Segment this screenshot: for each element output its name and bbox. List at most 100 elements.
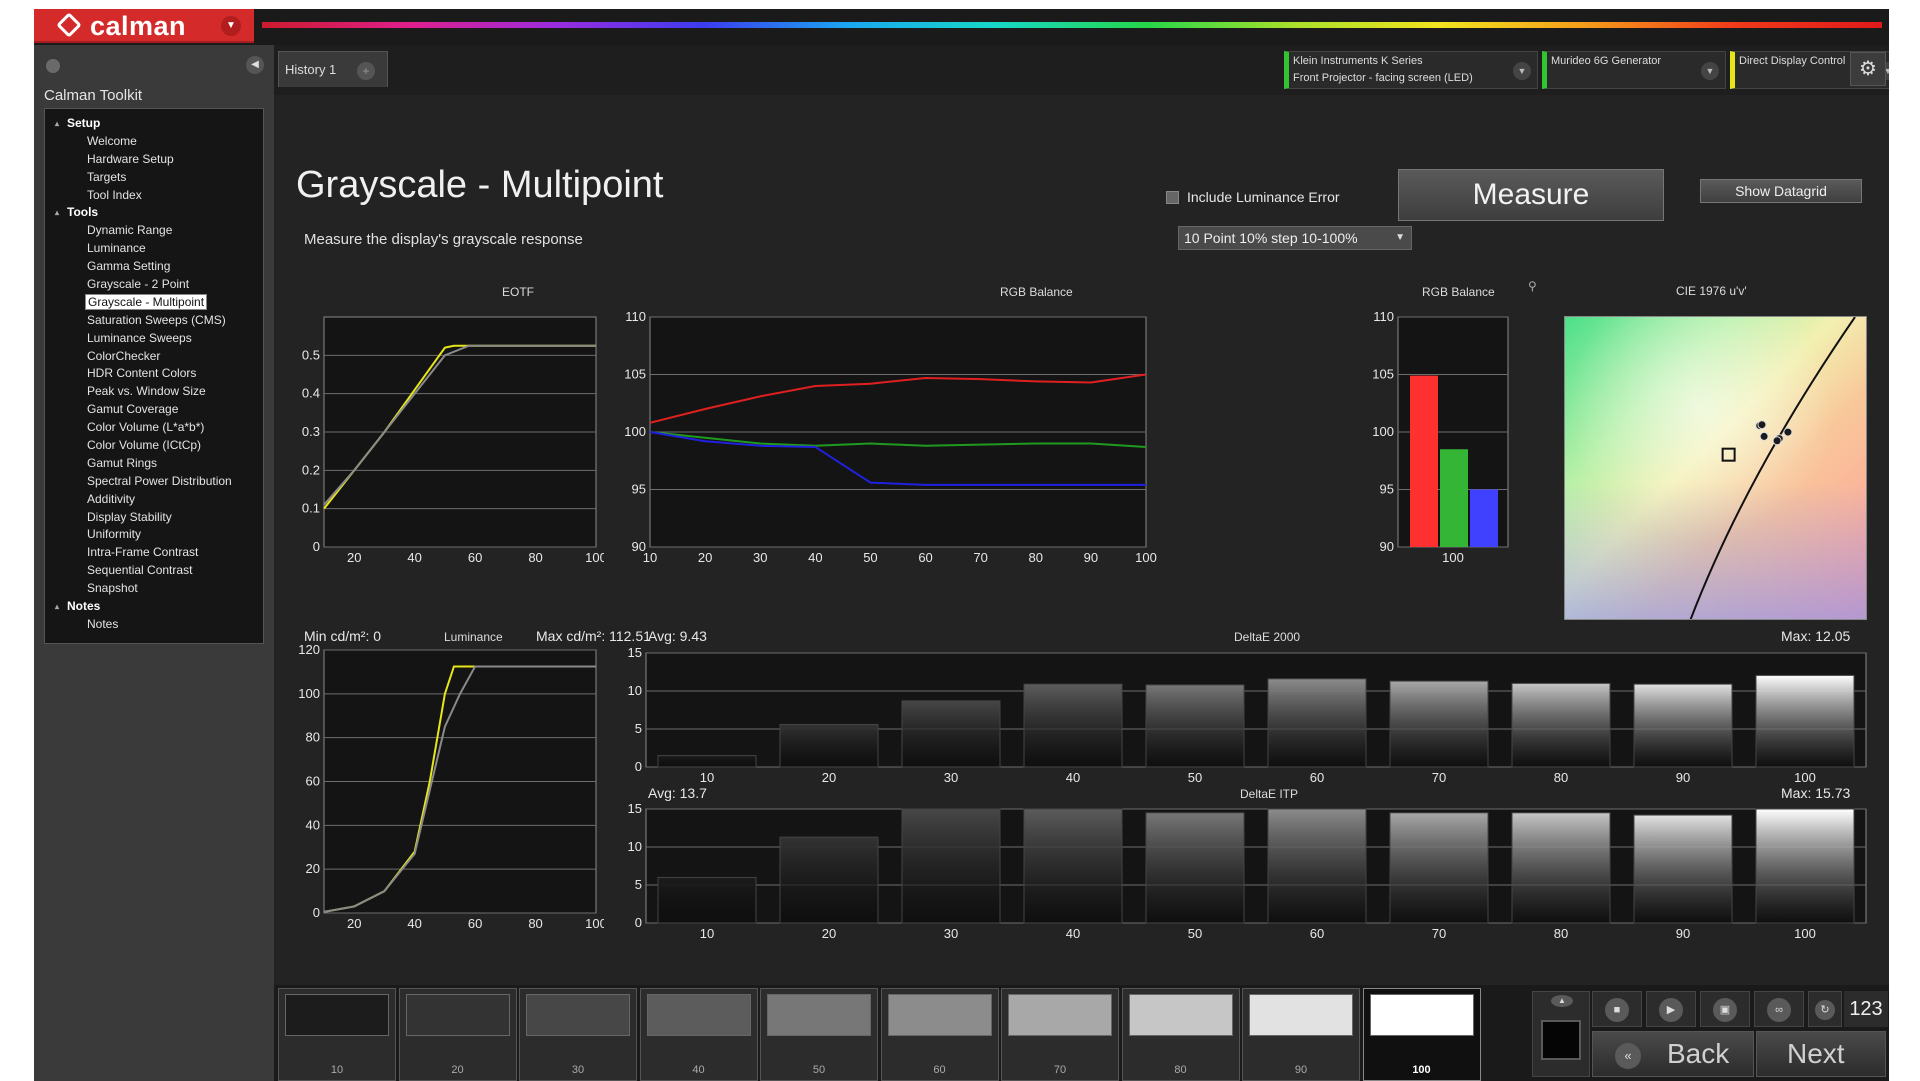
patch-color xyxy=(1249,994,1353,1036)
x-tick-label: 10 xyxy=(643,550,657,565)
tree-item[interactable]: Peak vs. Window Size xyxy=(45,383,263,401)
refresh-button[interactable]: ↻ xyxy=(1808,991,1842,1027)
patch-10[interactable]: 10 xyxy=(278,988,396,1081)
back-icon: « xyxy=(1615,1042,1641,1069)
x-tick-label: 100 xyxy=(1794,926,1816,941)
include-luminance-error-checkbox[interactable]: Include Luminance Error xyxy=(1166,189,1340,205)
tree-item[interactable]: Sequential Contrast xyxy=(45,562,263,580)
measure-button[interactable]: Measure xyxy=(1398,169,1664,221)
deltae-bar-80 xyxy=(1511,682,1611,768)
tree-item[interactable]: Gamma Setting xyxy=(45,258,263,276)
tree-item[interactable]: Intra-Frame Contrast xyxy=(45,544,263,562)
tree-item-label: Gamma Setting xyxy=(87,259,171,274)
loop-button[interactable]: ∞ xyxy=(1754,991,1804,1027)
next-button[interactable]: Next» xyxy=(1756,1031,1886,1077)
chevron-down-icon[interactable]: ▼ xyxy=(1513,62,1531,80)
patch-80[interactable]: 80 xyxy=(1121,988,1240,1081)
stop-button[interactable]: ■ xyxy=(1592,991,1642,1027)
deltae-bar-90 xyxy=(1633,683,1733,768)
patch-preview[interactable]: ▲ xyxy=(1532,991,1590,1077)
meter-selector[interactable]: Klein Instruments K Series Front Project… xyxy=(1284,51,1538,89)
gear-icon[interactable]: ⚙ xyxy=(1850,52,1886,86)
tree-item-label: Targets xyxy=(87,169,127,184)
tree-item[interactable]: Display Stability xyxy=(45,509,263,527)
tree-item[interactable]: HDR Content Colors xyxy=(45,365,263,383)
tree-item[interactable]: Hardware Setup xyxy=(45,151,263,169)
patch-color xyxy=(646,994,751,1036)
patch-40[interactable]: 40 xyxy=(639,988,758,1081)
de2000-title: DeltaE 2000 xyxy=(1234,630,1301,644)
tree-group-tools[interactable]: Tools xyxy=(45,204,263,222)
tree-item[interactable]: Color Volume (ICtCp) xyxy=(45,437,263,455)
patch-color xyxy=(887,994,992,1036)
x-tick-label: 100 xyxy=(1135,550,1157,565)
y-tick-label: 0 xyxy=(313,905,320,920)
y-tick-label: 105 xyxy=(1372,367,1394,382)
x-tick-label: 100 xyxy=(1794,770,1816,785)
point-set-select[interactable]: 10 Point 10% step 10-100% ▼ xyxy=(1178,226,1412,250)
tree-item[interactable]: Gamut Coverage xyxy=(45,401,263,419)
deltae-bar-100 xyxy=(1755,674,1855,768)
patch-30[interactable]: 30 xyxy=(519,988,637,1081)
patch-70[interactable]: 70 xyxy=(1001,988,1119,1081)
pin-icon[interactable] xyxy=(46,59,60,73)
tab-history-1[interactable]: History 1 + xyxy=(278,51,388,87)
add-tab-icon[interactable]: + xyxy=(357,62,375,80)
deltae-bar-50 xyxy=(1145,812,1245,924)
de2000-max: Max: 12.05 xyxy=(1781,628,1851,644)
tree-item[interactable]: Grayscale - 2 Point xyxy=(45,276,263,294)
x-tick-label: 80 xyxy=(528,550,542,565)
deltae-bar-60 xyxy=(1267,678,1367,768)
rainbow-bar xyxy=(262,22,1882,28)
tree-item[interactable]: Saturation Sweeps (CMS) xyxy=(45,312,263,330)
tree-item[interactable]: Spectral Power Distribution xyxy=(45,473,263,491)
show-datagrid-button[interactable]: Show Datagrid xyxy=(1700,179,1862,203)
tree-group-notes[interactable]: Notes xyxy=(45,598,263,616)
tree-item[interactable]: Tool Index xyxy=(45,187,263,205)
zoom-icon[interactable]: ⚲ xyxy=(1528,279,1537,293)
tree-item-label: Hardware Setup xyxy=(87,151,174,166)
x-tick-label: 60 xyxy=(1310,770,1324,785)
chevron-down-icon[interactable]: ▼ xyxy=(221,16,241,36)
tree-item[interactable]: Notes xyxy=(45,616,263,634)
patch-20[interactable]: 20 xyxy=(398,988,517,1081)
x-tick-label: 90 xyxy=(1676,926,1690,941)
y-tick-label: 0 xyxy=(313,539,320,554)
tree-item[interactable]: Targets xyxy=(45,169,263,187)
tree-item[interactable]: Luminance xyxy=(45,240,263,258)
tree-item[interactable]: Uniformity xyxy=(45,526,263,544)
tree-item[interactable]: Additivity xyxy=(45,491,263,509)
tree-item[interactable]: Grayscale - Multipoint xyxy=(45,293,263,312)
tree-item[interactable]: Gamut Rings xyxy=(45,455,263,473)
patch-50[interactable]: 50 xyxy=(760,988,878,1081)
generator-selector[interactable]: Murideo 6G Generator ▼ xyxy=(1542,51,1726,89)
tree-item[interactable]: ColorChecker xyxy=(45,348,263,366)
patch-100[interactable]: 100 xyxy=(1362,988,1481,1081)
tree-item[interactable]: Luminance Sweeps xyxy=(45,330,263,348)
tree-item-label: Color Volume (ICtCp) xyxy=(87,438,202,453)
tree-item-label: Tool Index xyxy=(87,187,142,202)
patch-60[interactable]: 60 xyxy=(880,988,999,1081)
tree-item[interactable]: Dynamic Range xyxy=(45,222,263,240)
patch-90[interactable]: 90 xyxy=(1242,988,1360,1081)
chevron-down-icon[interactable]: ▼ xyxy=(1701,62,1719,80)
tab-label: History 1 xyxy=(285,62,337,77)
tree-item-label: ColorChecker xyxy=(87,348,161,363)
x-tick-label: 50 xyxy=(1188,926,1202,941)
tree-item[interactable]: Welcome xyxy=(45,133,263,151)
tree-group-setup[interactable]: Setup xyxy=(45,115,263,133)
checkbox-icon[interactable] xyxy=(1166,191,1179,204)
back-label: Back xyxy=(1667,1038,1730,1069)
patch-color xyxy=(1369,994,1474,1036)
y-tick-label: 95 xyxy=(1380,482,1394,497)
play-button[interactable]: ▶ xyxy=(1646,991,1696,1027)
chevron-up-icon[interactable]: ▲ xyxy=(1551,995,1573,1007)
tree-item[interactable]: Color Volume (L*a*b*) xyxy=(45,419,263,437)
collapse-left-icon[interactable]: ◀ xyxy=(246,56,264,74)
save-button[interactable]: ▣ xyxy=(1700,991,1750,1027)
deltae-bar-90 xyxy=(1633,814,1733,924)
calman-logo-menu[interactable]: calman ▼ xyxy=(34,9,254,43)
eotf-chart: 0 0.1 0.2 0.3 0.4 0.5 20 40 60 80 100 xyxy=(302,316,604,565)
tree-item[interactable]: Snapshot xyxy=(45,580,263,598)
back-button[interactable]: « Back xyxy=(1592,1031,1754,1077)
